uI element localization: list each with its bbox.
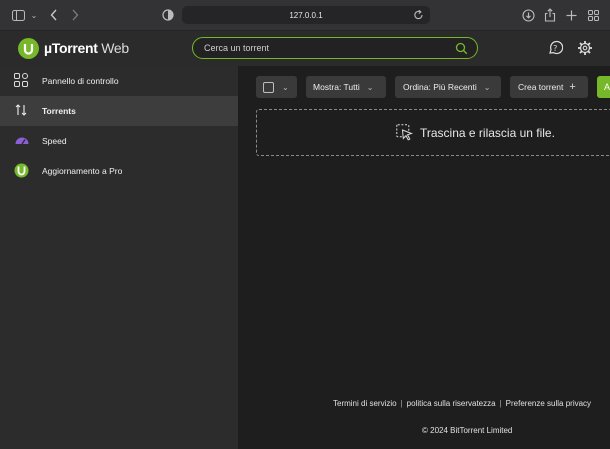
sidebar-item-speed[interactable]: Speed <box>0 126 238 156</box>
sort-dropdown[interactable]: Ordina: Più Recenti ⌄ <box>395 76 501 98</box>
drop-cursor-icon <box>396 124 413 141</box>
reload-icon[interactable] <box>413 8 424 26</box>
select-all-dropdown[interactable]: ⌄ <box>256 76 297 98</box>
sidebar-item-label: Pannello di controllo <box>42 76 119 86</box>
terms-link[interactable]: Termini di servizio <box>333 399 397 408</box>
download-icon[interactable] <box>521 7 535 23</box>
privacy-preferences-link[interactable]: Preferenze sulla privacy <box>506 399 591 408</box>
chevron-down-icon: ⌄ <box>282 82 289 92</box>
browser-toolbar: ⌄ 127.0.0.1 <box>0 0 610 31</box>
svg-text:?: ? <box>553 44 557 53</box>
create-torrent-button[interactable]: Crea torrent + <box>510 76 588 98</box>
add-torrent-button[interactable]: A <box>597 76 610 98</box>
help-icon[interactable]: ? <box>547 40 564 57</box>
filter-show-dropdown[interactable]: Mostra: Tutti ⌄ <box>306 76 386 98</box>
main-content: ⌄ Mostra: Tutti ⌄ Ordina: Più Recenti ⌄ … <box>238 66 610 449</box>
logo-suffix: Web <box>97 40 129 56</box>
sidebar-item-label: Torrents <box>42 106 76 116</box>
search-box[interactable] <box>192 37 478 59</box>
create-torrent-label: Crea torrent <box>518 82 564 92</box>
sidebar-item-label: Speed <box>42 136 67 146</box>
forward-icon[interactable] <box>69 7 81 23</box>
sidebar-item-upgrade-pro[interactable]: Aggiornamento a Pro <box>0 156 238 186</box>
privacy-shield-icon[interactable] <box>161 7 175 23</box>
url-text: 127.0.0.1 <box>289 10 323 20</box>
transfer-arrows-icon <box>14 103 30 119</box>
sidebar-item-dashboard[interactable]: Pannello di controllo <box>0 66 238 96</box>
sidebar-toggle-icon[interactable] <box>11 7 25 23</box>
filter-show-label: Mostra: Tutti <box>313 82 360 92</box>
utorrent-logo-icon <box>14 163 30 179</box>
sidebar-item-label: Aggiornamento a Pro <box>42 166 123 176</box>
sidebar-item-torrents[interactable]: Torrents <box>0 96 238 126</box>
gear-icon[interactable] <box>577 40 594 57</box>
copyright-text: © 2024 BitTorrent Limited <box>422 426 513 435</box>
utorrent-logo-icon <box>18 38 39 59</box>
app-logo: µTorrent Web <box>44 40 129 56</box>
tab-overview-icon[interactable] <box>587 7 600 23</box>
select-all-checkbox[interactable] <box>263 81 274 93</box>
sort-label: Ordina: Più Recenti <box>403 82 477 92</box>
plus-icon: + <box>569 81 576 93</box>
search-icon[interactable] <box>455 42 468 55</box>
footer-links: Termini di servizio | politica sulla riser… <box>333 399 591 408</box>
share-icon[interactable] <box>543 7 557 23</box>
new-tab-icon[interactable] <box>565 7 578 23</box>
file-dropzone[interactable]: Trascina e rilascia un file. <box>256 109 610 156</box>
footer-separator: | <box>400 399 403 408</box>
address-bar[interactable]: 127.0.0.1 <box>182 6 430 24</box>
sidebar: Pannello di controllo Torrents Speed Agg… <box>0 66 238 449</box>
footer-separator: | <box>499 399 502 408</box>
tab-group-chevron-icon[interactable]: ⌄ <box>30 7 38 23</box>
dropzone-text: Trascina e rilascia un file. <box>420 126 555 140</box>
privacy-policy-link[interactable]: politica sulla riservatezza <box>407 399 496 408</box>
app-header: µTorrent Web ? <box>0 31 610 66</box>
dashboard-icon <box>14 73 30 89</box>
speedometer-icon <box>14 133 30 149</box>
chevron-down-icon: ⌄ <box>366 82 374 92</box>
back-icon[interactable] <box>48 7 60 23</box>
chevron-down-icon: ⌄ <box>483 82 491 92</box>
logo-brand: µTorrent <box>44 40 98 56</box>
search-input[interactable] <box>204 41 444 55</box>
